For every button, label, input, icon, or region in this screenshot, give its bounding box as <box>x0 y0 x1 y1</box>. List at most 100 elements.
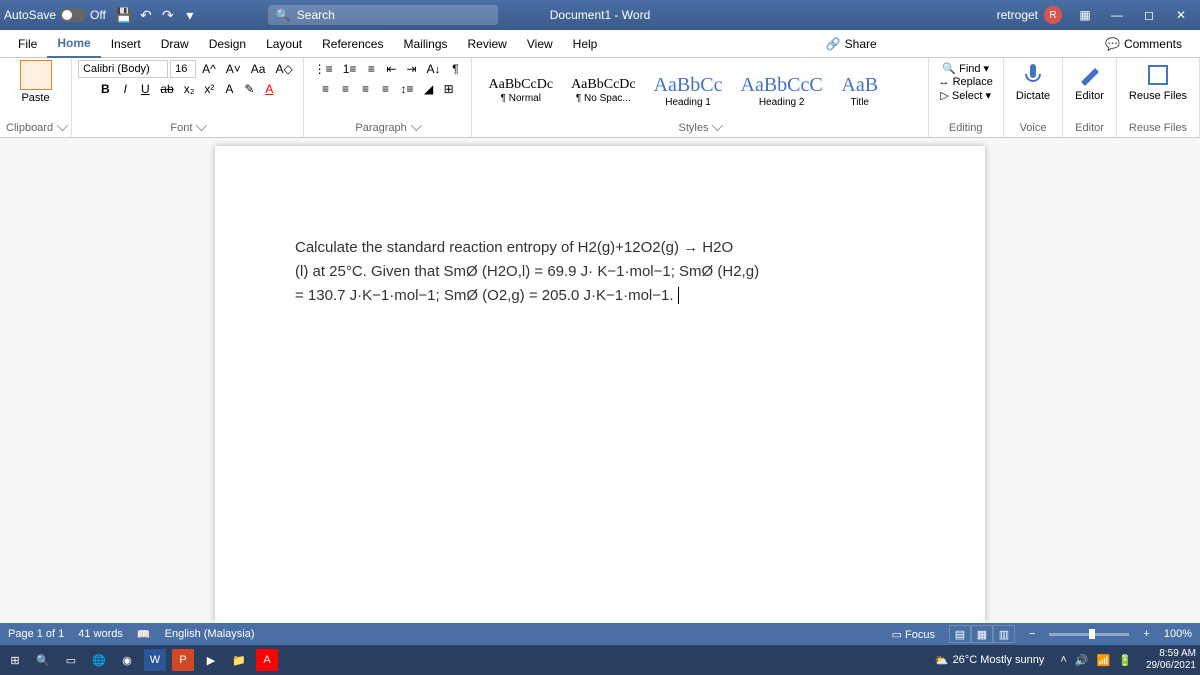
change-case-button[interactable]: Aa <box>247 60 270 78</box>
superscript-button[interactable]: x² <box>200 80 218 98</box>
tab-home[interactable]: Home <box>47 30 100 58</box>
tab-references[interactable]: References <box>312 31 393 57</box>
minimize-icon[interactable]: — <box>1102 5 1132 25</box>
style-heading-2[interactable]: AaBbCcCHeading 2 <box>734 69 830 113</box>
zoom-level[interactable]: 100% <box>1164 628 1192 640</box>
document-area[interactable]: Calculate the standard reaction entropy … <box>0 138 1200 623</box>
decrease-indent-button[interactable]: ⇤ <box>382 60 400 78</box>
volume-icon[interactable]: 🔊 <box>1075 654 1089 667</box>
tab-view[interactable]: View <box>517 31 563 57</box>
powerpoint-icon[interactable]: P <box>172 649 194 671</box>
launcher-icon[interactable] <box>411 120 422 131</box>
launcher-icon[interactable] <box>57 120 68 131</box>
focus-mode-button[interactable]: ▭ Focus <box>892 628 935 641</box>
language-indicator[interactable]: English (Malaysia) <box>165 628 255 640</box>
doc-line-3[interactable]: = 130.7 J·K−1·mol−1; SmØ (O2,g) = 205.0 … <box>295 284 905 308</box>
web-layout-icon[interactable]: ▥ <box>993 625 1015 643</box>
paste-icon[interactable] <box>20 60 52 90</box>
replace-button[interactable]: ↔ Replace <box>939 76 993 88</box>
subscript-button[interactable]: x₂ <box>180 80 199 98</box>
start-button[interactable]: ⊞ <box>4 649 26 671</box>
grow-font-button[interactable]: A^ <box>198 60 220 78</box>
launcher-icon[interactable] <box>196 120 207 131</box>
zoom-out-button[interactable]: − <box>1029 628 1035 640</box>
tray-chevron-icon[interactable]: ˄ <box>1060 654 1066 666</box>
movies-icon[interactable]: ▶ <box>200 649 222 671</box>
save-icon[interactable]: 💾 <box>114 5 134 25</box>
task-view-icon[interactable]: ▭ <box>60 649 82 671</box>
wifi-icon[interactable]: 📶 <box>1097 654 1111 667</box>
strike-button[interactable]: ab <box>156 80 177 98</box>
font-size-select[interactable]: 16 <box>170 60 196 78</box>
launcher-icon[interactable] <box>712 120 723 131</box>
tab-review[interactable]: Review <box>458 31 517 57</box>
read-mode-icon[interactable]: ▤ <box>949 625 971 643</box>
chrome-icon[interactable]: ◉ <box>116 649 138 671</box>
doc-line-2[interactable]: (l) at 25°C. Given that SmØ (H2O,l) = 69… <box>295 260 905 284</box>
multilevel-button[interactable]: ≡ <box>362 60 380 78</box>
tab-insert[interactable]: Insert <box>101 31 151 57</box>
highlight-button[interactable]: ✎ <box>240 80 258 98</box>
clear-format-button[interactable]: A◇ <box>271 60 296 78</box>
search-box[interactable]: 🔍 Search <box>268 5 498 25</box>
weather-widget[interactable]: ⛅ 26°C Mostly sunny <box>935 654 1045 667</box>
page-indicator[interactable]: Page 1 of 1 <box>8 628 64 640</box>
tab-design[interactable]: Design <box>199 31 256 57</box>
bullets-button[interactable]: ⋮≡ <box>310 60 337 78</box>
borders-button[interactable]: ⊞ <box>440 80 458 98</box>
redo-icon[interactable]: ↷ <box>158 5 178 25</box>
zoom-slider[interactable] <box>1049 633 1129 636</box>
sort-button[interactable]: A↓ <box>423 60 445 78</box>
paste-label[interactable]: Paste <box>21 92 49 104</box>
ribbon-options-icon[interactable]: ▦ <box>1070 5 1100 25</box>
shading-button[interactable]: ◢ <box>420 80 438 98</box>
style--normal[interactable]: AaBbCcDc¶ Normal <box>482 72 561 109</box>
numbering-button[interactable]: 1≡ <box>339 60 361 78</box>
zoom-in-button[interactable]: + <box>1143 628 1149 640</box>
maximize-icon[interactable]: ◻ <box>1134 5 1164 25</box>
tab-mailings[interactable]: Mailings <box>393 31 457 57</box>
share-button[interactable]: 🔗 Share <box>816 33 887 55</box>
reuse-files-button[interactable]: Reuse Files <box>1123 60 1193 121</box>
underline-button[interactable]: U <box>136 80 154 98</box>
align-left-button[interactable]: ≡ <box>317 80 335 98</box>
search-taskbar-icon[interactable]: 🔍 <box>32 649 54 671</box>
italic-button[interactable]: I <box>116 80 134 98</box>
shrink-font-button[interactable]: A˅ <box>222 60 245 78</box>
style--no-spac-[interactable]: AaBbCcDc¶ No Spac... <box>564 72 643 109</box>
tab-layout[interactable]: Layout <box>256 31 312 57</box>
align-right-button[interactable]: ≡ <box>357 80 375 98</box>
bold-button[interactable]: B <box>96 80 114 98</box>
acrobat-icon[interactable]: A <box>256 649 278 671</box>
editor-button[interactable]: Editor <box>1069 60 1110 121</box>
word-icon[interactable]: W <box>144 649 166 671</box>
increase-indent-button[interactable]: ⇥ <box>402 60 420 78</box>
dictate-button[interactable]: Dictate <box>1010 60 1056 121</box>
undo-icon[interactable]: ↶ <box>136 5 156 25</box>
align-center-button[interactable]: ≡ <box>337 80 355 98</box>
clock[interactable]: 8:59 AM 29/06/2021 <box>1146 648 1196 672</box>
word-count[interactable]: 41 words <box>78 628 123 640</box>
select-button[interactable]: ▷ Select ▾ <box>940 89 991 102</box>
find-button[interactable]: 🔍 Find ▾ <box>942 62 989 75</box>
tab-help[interactable]: Help <box>563 31 608 57</box>
tab-file[interactable]: File <box>8 31 47 57</box>
style-heading-1[interactable]: AaBbCcHeading 1 <box>647 69 730 113</box>
spell-check-icon[interactable]: 📖 <box>137 628 151 641</box>
print-layout-icon[interactable]: ▦ <box>971 625 993 643</box>
explorer-icon[interactable]: 📁 <box>228 649 250 671</box>
tab-draw[interactable]: Draw <box>151 31 199 57</box>
justify-button[interactable]: ≡ <box>377 80 395 98</box>
edge-icon[interactable]: 🌐 <box>88 649 110 671</box>
qat-dropdown-icon[interactable]: ▾ <box>180 5 200 25</box>
font-name-select[interactable]: Calibri (Body) <box>78 60 168 78</box>
font-color-button[interactable]: A <box>260 80 278 98</box>
battery-icon[interactable]: 🔋 <box>1118 654 1132 667</box>
text-effects-button[interactable]: A <box>220 80 238 98</box>
autosave-toggle[interactable]: AutoSave Off <box>4 8 106 22</box>
line-spacing-button[interactable]: ↕≡ <box>397 80 418 98</box>
page[interactable]: Calculate the standard reaction entropy … <box>215 146 985 623</box>
user-account[interactable]: retroget R <box>997 6 1062 24</box>
toggle-off-icon[interactable] <box>60 8 86 22</box>
style-title[interactable]: AaBTitle <box>834 69 886 113</box>
